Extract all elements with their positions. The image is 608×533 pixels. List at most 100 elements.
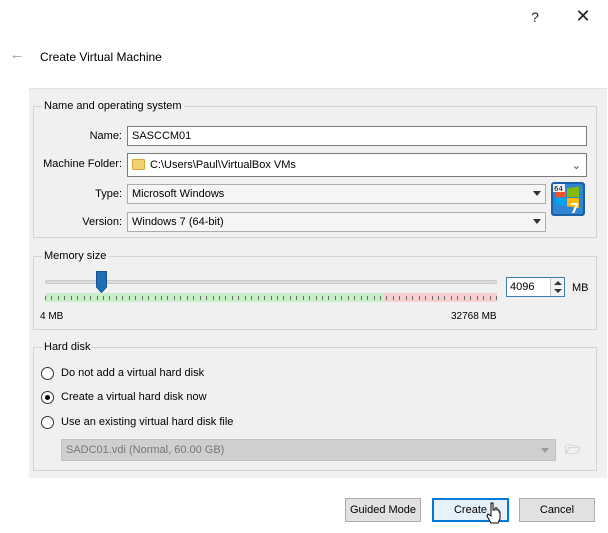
slider-tick <box>393 296 394 300</box>
name-input[interactable]: SASCCM01 <box>127 126 587 146</box>
step-up-icon[interactable] <box>554 281 562 285</box>
radio-existing-disk[interactable] <box>41 416 54 429</box>
slider-tick <box>258 296 259 300</box>
back-arrow-icon[interactable]: ← <box>8 46 26 64</box>
slider-tick <box>174 296 175 300</box>
slider-tick <box>225 296 226 300</box>
slider-tick <box>444 296 445 300</box>
slider-tick <box>361 296 362 300</box>
memory-slider-track[interactable] <box>45 280 497 284</box>
slider-tick <box>457 296 458 300</box>
folder-icon <box>132 159 145 170</box>
slider-tick <box>264 296 265 300</box>
windows-7-64-icon: 64 7 <box>551 182 585 216</box>
radio-no-disk[interactable] <box>41 367 54 380</box>
type-value: Microsoft Windows <box>132 188 225 200</box>
slider-tick <box>464 296 465 300</box>
slider-tick <box>341 296 342 300</box>
slider-tick <box>64 296 65 300</box>
slider-tick <box>167 296 168 300</box>
slider-tick <box>290 296 291 300</box>
slider-tick <box>51 296 52 300</box>
slider-tick <box>161 296 162 300</box>
slider-tick <box>354 296 355 300</box>
close-button[interactable]: ✕ <box>570 4 596 28</box>
slider-tick <box>328 296 329 300</box>
slider-tick <box>58 296 59 300</box>
slider-tick <box>245 296 246 300</box>
hard-disk-group-title: Hard disk <box>42 341 93 353</box>
slider-tick <box>238 296 239 300</box>
chevron-down-icon: ⌄ <box>571 160 581 172</box>
slider-tick <box>187 296 188 300</box>
existing-disk-value: SADC01.vdi (Normal, 60.00 GB) <box>66 444 225 456</box>
slider-tick <box>213 296 214 300</box>
step-down-icon[interactable] <box>554 289 562 293</box>
slider-tick <box>470 296 471 300</box>
slider-tick <box>419 296 420 300</box>
slider-tick <box>148 296 149 300</box>
type-select[interactable]: Microsoft Windows <box>127 184 546 204</box>
dropdown-arrow-icon <box>541 448 549 453</box>
svg-text:7: 7 <box>570 202 579 216</box>
slider-tick <box>386 296 387 300</box>
slider-tick <box>277 296 278 300</box>
memory-slider-thumb[interactable] <box>96 271 107 293</box>
slider-tick <box>155 296 156 300</box>
wizard-title: Create Virtual Machine <box>40 50 162 64</box>
help-button[interactable]: ? <box>524 6 546 28</box>
slider-tick <box>412 296 413 300</box>
memory-max-label: 32768 MB <box>451 311 497 322</box>
slider-tick <box>296 296 297 300</box>
slider-tick <box>219 296 220 300</box>
slider-tick <box>425 296 426 300</box>
slider-tick <box>97 296 98 300</box>
slider-tick <box>380 296 381 300</box>
memory-value: 4096 <box>510 281 535 293</box>
slider-tick <box>438 296 439 300</box>
slider-tick <box>335 296 336 300</box>
slider-tick <box>45 296 46 300</box>
slider-tick <box>180 296 181 300</box>
slider-tick <box>490 296 491 300</box>
slider-tick <box>116 296 117 300</box>
mouse-cursor-icon <box>486 502 501 524</box>
slider-tick <box>129 296 130 300</box>
memory-min-label: 4 MB <box>40 311 64 322</box>
radio-create-disk[interactable] <box>41 391 54 404</box>
version-value: Windows 7 (64-bit) <box>132 216 224 228</box>
radio-existing-disk-label[interactable]: Use an existing virtual hard disk file <box>61 416 233 428</box>
slider-tick <box>206 296 207 300</box>
version-select[interactable]: Windows 7 (64-bit) <box>127 212 546 232</box>
memory-slider-ticks <box>45 293 497 302</box>
slider-tick <box>271 296 272 300</box>
cancel-button[interactable]: Cancel <box>519 498 595 522</box>
memory-recommended-range <box>45 293 384 302</box>
radio-create-disk-label[interactable]: Create a virtual hard disk now <box>61 391 207 403</box>
slider-tick <box>477 296 478 300</box>
slider-tick <box>200 296 201 300</box>
name-label: Name: <box>89 130 122 142</box>
machine-folder-select[interactable]: C:\Users\Paul\VirtualBox VMs ⌄ <box>127 153 587 177</box>
slider-tick <box>348 296 349 300</box>
guided-mode-button[interactable]: Guided Mode <box>345 498 421 522</box>
svg-text:64: 64 <box>554 185 563 193</box>
slider-tick <box>142 296 143 300</box>
radio-no-disk-label[interactable]: Do not add a virtual hard disk <box>61 367 204 379</box>
slider-tick <box>322 296 323 300</box>
slider-tick <box>71 296 72 300</box>
memory-excessive-range <box>384 293 497 302</box>
slider-tick <box>283 296 284 300</box>
slider-tick <box>451 296 452 300</box>
dropdown-arrow-icon <box>533 191 541 196</box>
machine-folder-label: Machine Folder: <box>43 158 122 170</box>
slider-tick <box>303 296 304 300</box>
memory-spinbox[interactable]: 4096 <box>506 277 565 297</box>
memory-stepper[interactable] <box>550 278 564 296</box>
slider-tick <box>232 296 233 300</box>
memory-unit-label: MB <box>572 282 589 294</box>
slider-tick <box>432 296 433 300</box>
slider-tick <box>84 296 85 300</box>
slider-tick <box>367 296 368 300</box>
slider-tick <box>193 296 194 300</box>
